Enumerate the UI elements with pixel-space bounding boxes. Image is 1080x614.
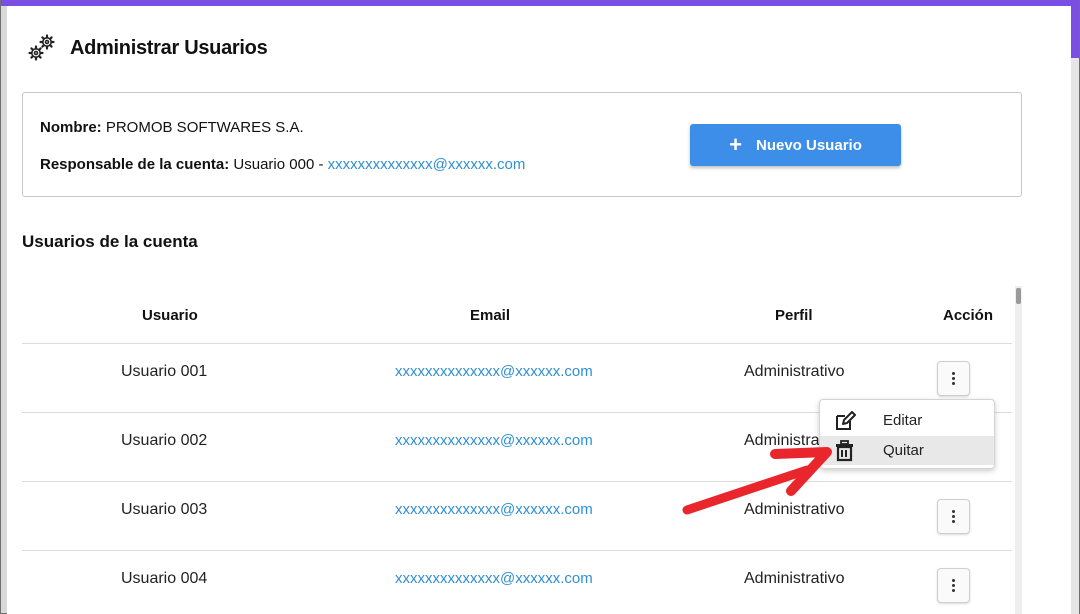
column-header-profile: Perfil xyxy=(775,307,813,324)
row-profile: Administrativo xyxy=(744,570,845,587)
row-email-link[interactable]: xxxxxxxxxxxxxx@xxxxxx.com xyxy=(395,570,593,587)
menu-item-label: Editar xyxy=(883,412,923,429)
row-action-menu: Editar Quitar xyxy=(819,399,995,469)
kebab-icon xyxy=(952,510,955,523)
row-profile: Administrativo xyxy=(744,501,845,518)
row-profile: Administrativo xyxy=(744,363,845,380)
account-name-line: Nombre: PROMOB SOFTWARES S.A. xyxy=(40,119,304,136)
account-info-box: Nombre: PROMOB SOFTWARES S.A. Responsabl… xyxy=(22,92,1022,197)
new-user-button[interactable]: + Nuevo Usuario xyxy=(690,124,901,166)
edit-icon xyxy=(834,410,856,432)
column-header-email: Email xyxy=(470,307,511,324)
row-user: Usuario 002 xyxy=(121,432,208,449)
page-title: Administrar Usuarios xyxy=(70,36,268,59)
table-scrollbar-thumb[interactable] xyxy=(1016,288,1021,304)
row-email-link[interactable]: xxxxxxxxxxxxxx@xxxxxx.com xyxy=(395,432,593,449)
account-owner-email-link[interactable]: xxxxxxxxxxxxxx@xxxxxx.com xyxy=(328,156,526,173)
menu-item-edit[interactable]: Editar xyxy=(820,406,994,435)
plus-icon: + xyxy=(729,132,742,157)
row-user: Usuario 001 xyxy=(121,363,208,380)
column-header-user: Usuario xyxy=(142,307,198,324)
account-name-label: Nombre: xyxy=(40,119,102,136)
row-email-link[interactable]: xxxxxxxxxxxxxx@xxxxxx.com xyxy=(395,501,593,518)
account-owner-line: Responsable de la cuenta: Usuario 000 - … xyxy=(40,156,525,173)
gears-icon xyxy=(27,33,57,63)
main-panel: Administrar Usuarios Nombre: PROMOB SOFT… xyxy=(7,6,1071,614)
account-owner-user: Usuario 000 - xyxy=(233,156,324,173)
new-user-button-label: Nuevo Usuario xyxy=(756,136,862,154)
row-email-link[interactable]: xxxxxxxxxxxxxx@xxxxxx.com xyxy=(395,363,593,380)
row-actions-button[interactable] xyxy=(937,499,970,534)
window-right-strip xyxy=(1071,6,1079,58)
table-row: Usuario 003 xxxxxxxxxxxxxx@xxxxxx.com Ad… xyxy=(22,482,1012,551)
row-actions-button[interactable] xyxy=(937,568,970,603)
account-name-value: PROMOB SOFTWARES S.A. xyxy=(105,119,304,136)
row-user: Usuario 004 xyxy=(121,570,208,587)
page-header: Administrar Usuarios xyxy=(27,30,268,66)
row-user: Usuario 003 xyxy=(121,501,208,518)
users-section-title: Usuarios de la cuenta xyxy=(22,232,198,251)
kebab-icon xyxy=(952,579,955,592)
menu-item-label: Quitar xyxy=(883,442,924,459)
trash-icon xyxy=(834,439,856,462)
column-header-action: Acción xyxy=(943,307,994,324)
window-right-gutter xyxy=(1071,58,1079,614)
kebab-icon xyxy=(952,372,955,385)
table-header: Usuario Email Perfil Acción xyxy=(22,294,1012,344)
account-owner-label: Responsable de la cuenta: xyxy=(40,156,230,173)
table-scrollbar-track[interactable] xyxy=(1015,286,1022,614)
menu-item-remove[interactable]: Quitar xyxy=(820,436,994,465)
row-actions-button[interactable] xyxy=(937,361,970,396)
table-row: Usuario 004 xxxxxxxxxxxxxx@xxxxxx.com Ad… xyxy=(22,551,1012,614)
